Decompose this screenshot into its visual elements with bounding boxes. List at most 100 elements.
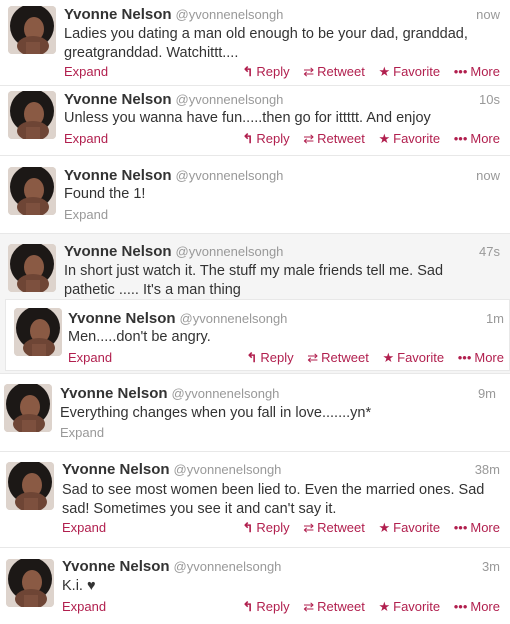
retweet-button[interactable]: ⇄ Retweet: [303, 520, 365, 535]
user-handle: @yvonnenelsongh: [173, 559, 282, 574]
expand-link[interactable]: Expand: [64, 207, 108, 222]
more-button[interactable]: ••• More: [454, 520, 500, 535]
avatar[interactable]: [8, 244, 56, 292]
retweet-icon: ⇄: [303, 131, 315, 146]
user-name-text: Yvonne Nelson: [62, 558, 170, 575]
more-button[interactable]: ••• More: [458, 350, 504, 365]
tweet-time[interactable]: 10s: [479, 92, 500, 107]
tweet-time[interactable]: 3m: [482, 559, 500, 574]
expand-link[interactable]: Expand: [68, 350, 112, 365]
avatar[interactable]: [4, 384, 52, 432]
tweet-time[interactable]: 9m: [478, 386, 496, 401]
star-icon: ★: [378, 131, 391, 146]
expand-link[interactable]: Expand: [64, 131, 108, 146]
reply-button[interactable]: ↰ Reply: [242, 520, 289, 535]
reply-button[interactable]: ↰ Reply: [246, 350, 293, 365]
user-name[interactable]: Yvonne Nelson @yvonnenelsongh: [64, 167, 283, 184]
star-icon: ★: [378, 599, 391, 614]
reply-button[interactable]: ↰ Reply: [242, 64, 289, 79]
reply-button[interactable]: ↰ Reply: [242, 599, 289, 614]
reply-arrow-icon: ↰: [242, 131, 254, 146]
avatar[interactable]: [8, 91, 56, 139]
user-name[interactable]: Yvonne Nelson @yvonnenelsongh: [64, 6, 283, 23]
expand-link[interactable]: Expand: [62, 599, 106, 614]
user-name-text: Yvonne Nelson: [60, 385, 168, 402]
avatar[interactable]: [6, 462, 54, 510]
user-handle: @yvonnenelsongh: [175, 7, 284, 22]
retweet-button[interactable]: ⇄ Retweet: [307, 350, 369, 365]
tweet-time[interactable]: 1m: [486, 311, 504, 326]
more-button[interactable]: ••• More: [454, 599, 500, 614]
user-handle: @yvonnenelsongh: [175, 168, 284, 183]
retweet-label: Retweet: [317, 520, 365, 535]
retweet-label: Retweet: [317, 64, 365, 79]
favorite-label: Favorite: [393, 64, 441, 79]
star-icon: ★: [378, 520, 391, 535]
ellipsis-icon: •••: [453, 131, 468, 146]
reply-label: Reply: [256, 599, 290, 614]
avatar[interactable]: [14, 308, 62, 356]
star-icon: ★: [378, 64, 391, 79]
ellipsis-icon: •••: [453, 599, 468, 614]
user-name-text: Yvonne Nelson: [64, 167, 172, 184]
ellipsis-icon: •••: [457, 350, 472, 365]
ellipsis-icon: •••: [453, 64, 468, 79]
retweet-label: Retweet: [317, 131, 365, 146]
tweet-time[interactable]: 38m: [475, 462, 500, 477]
user-name[interactable]: Yvonne Nelson @yvonnenelsongh: [68, 310, 287, 327]
more-button[interactable]: ••• More: [454, 64, 500, 79]
favorite-button[interactable]: ★ Favorite: [378, 599, 440, 614]
user-handle: @yvonnenelsongh: [173, 462, 282, 477]
user-name[interactable]: Yvonne Nelson @yvonnenelsongh: [62, 461, 281, 478]
more-label: More: [470, 131, 500, 146]
user-name[interactable]: Yvonne Nelson @yvonnenelsongh: [64, 243, 283, 260]
reply-label: Reply: [260, 350, 294, 365]
reply-label: Reply: [256, 520, 290, 535]
retweet-button[interactable]: ⇄ Retweet: [303, 64, 365, 79]
tweet-actions: ↰ Reply ⇄ Retweet ★ Favorite ••• More: [232, 64, 500, 79]
expand-link[interactable]: Expand: [62, 520, 106, 535]
avatar[interactable]: [8, 167, 56, 215]
tweet-item[interactable]: Yvonne Nelson @yvonnenelsongh 38m Sad to …: [0, 452, 510, 548]
reply-tweet[interactable]: Yvonne Nelson @yvonnenelsongh 1m Men.....…: [5, 299, 510, 371]
reply-arrow-icon: ↰: [246, 350, 258, 365]
tweet-text: Everything changes when you fall in love…: [60, 405, 372, 421]
tweet-time[interactable]: 47s: [479, 244, 500, 259]
avatar[interactable]: [6, 559, 54, 607]
tweet-actions: ↰ Reply ⇄ Retweet ★ Favorite ••• More: [232, 599, 500, 614]
reply-button[interactable]: ↰ Reply: [242, 131, 289, 146]
tweet-text: Men.....don't be angry.: [68, 329, 211, 345]
more-button[interactable]: ••• More: [454, 131, 500, 146]
tweet-item[interactable]: Yvonne Nelson @yvonnenelsongh 3m K.i. ♥ E…: [0, 548, 510, 624]
retweet-icon: ⇄: [303, 520, 315, 535]
tweet-item[interactable]: Yvonne Nelson @yvonnenelsongh now Ladies …: [0, 0, 510, 86]
tweet-text: Sad to see most women been lied to. Even…: [62, 482, 485, 517]
tweet-item[interactable]: Yvonne Nelson @yvonnenelsongh now Found t…: [0, 156, 510, 234]
tweet-item[interactable]: Yvonne Nelson @yvonnenelsongh 10s Unless …: [0, 86, 510, 156]
tweet-text: K.i. ♥: [62, 578, 96, 594]
retweet-button[interactable]: ⇄ Retweet: [303, 599, 365, 614]
tweet-conversation[interactable]: Yvonne Nelson @yvonnenelsongh 47s In shor…: [0, 234, 510, 374]
more-label: More: [470, 64, 500, 79]
favorite-label: Favorite: [393, 599, 441, 614]
favorite-button[interactable]: ★ Favorite: [378, 520, 440, 535]
reply-arrow-icon: ↰: [242, 520, 254, 535]
expand-link[interactable]: Expand: [60, 425, 104, 440]
retweet-icon: ⇄: [303, 64, 315, 79]
user-name[interactable]: Yvonne Nelson @yvonnenelsongh: [62, 558, 281, 575]
tweet-item[interactable]: Yvonne Nelson @yvonnenelsongh 9m Everythi…: [0, 374, 510, 452]
tweet-time[interactable]: now: [476, 168, 500, 183]
favorite-button[interactable]: ★ Favorite: [382, 350, 444, 365]
user-name[interactable]: Yvonne Nelson @yvonnenelsongh: [60, 385, 279, 402]
user-name[interactable]: Yvonne Nelson @yvonnenelsongh: [64, 91, 283, 108]
user-name-text: Yvonne Nelson: [64, 6, 172, 23]
favorite-button[interactable]: ★ Favorite: [378, 64, 440, 79]
tweet-time[interactable]: now: [476, 7, 500, 22]
favorite-button[interactable]: ★ Favorite: [378, 131, 440, 146]
reply-arrow-icon: ↰: [242, 599, 254, 614]
avatar[interactable]: [8, 6, 56, 54]
retweet-button[interactable]: ⇄ Retweet: [303, 131, 365, 146]
star-icon: ★: [382, 350, 395, 365]
expand-link[interactable]: Expand: [64, 64, 108, 79]
user-handle: @yvonnenelsongh: [175, 92, 284, 107]
